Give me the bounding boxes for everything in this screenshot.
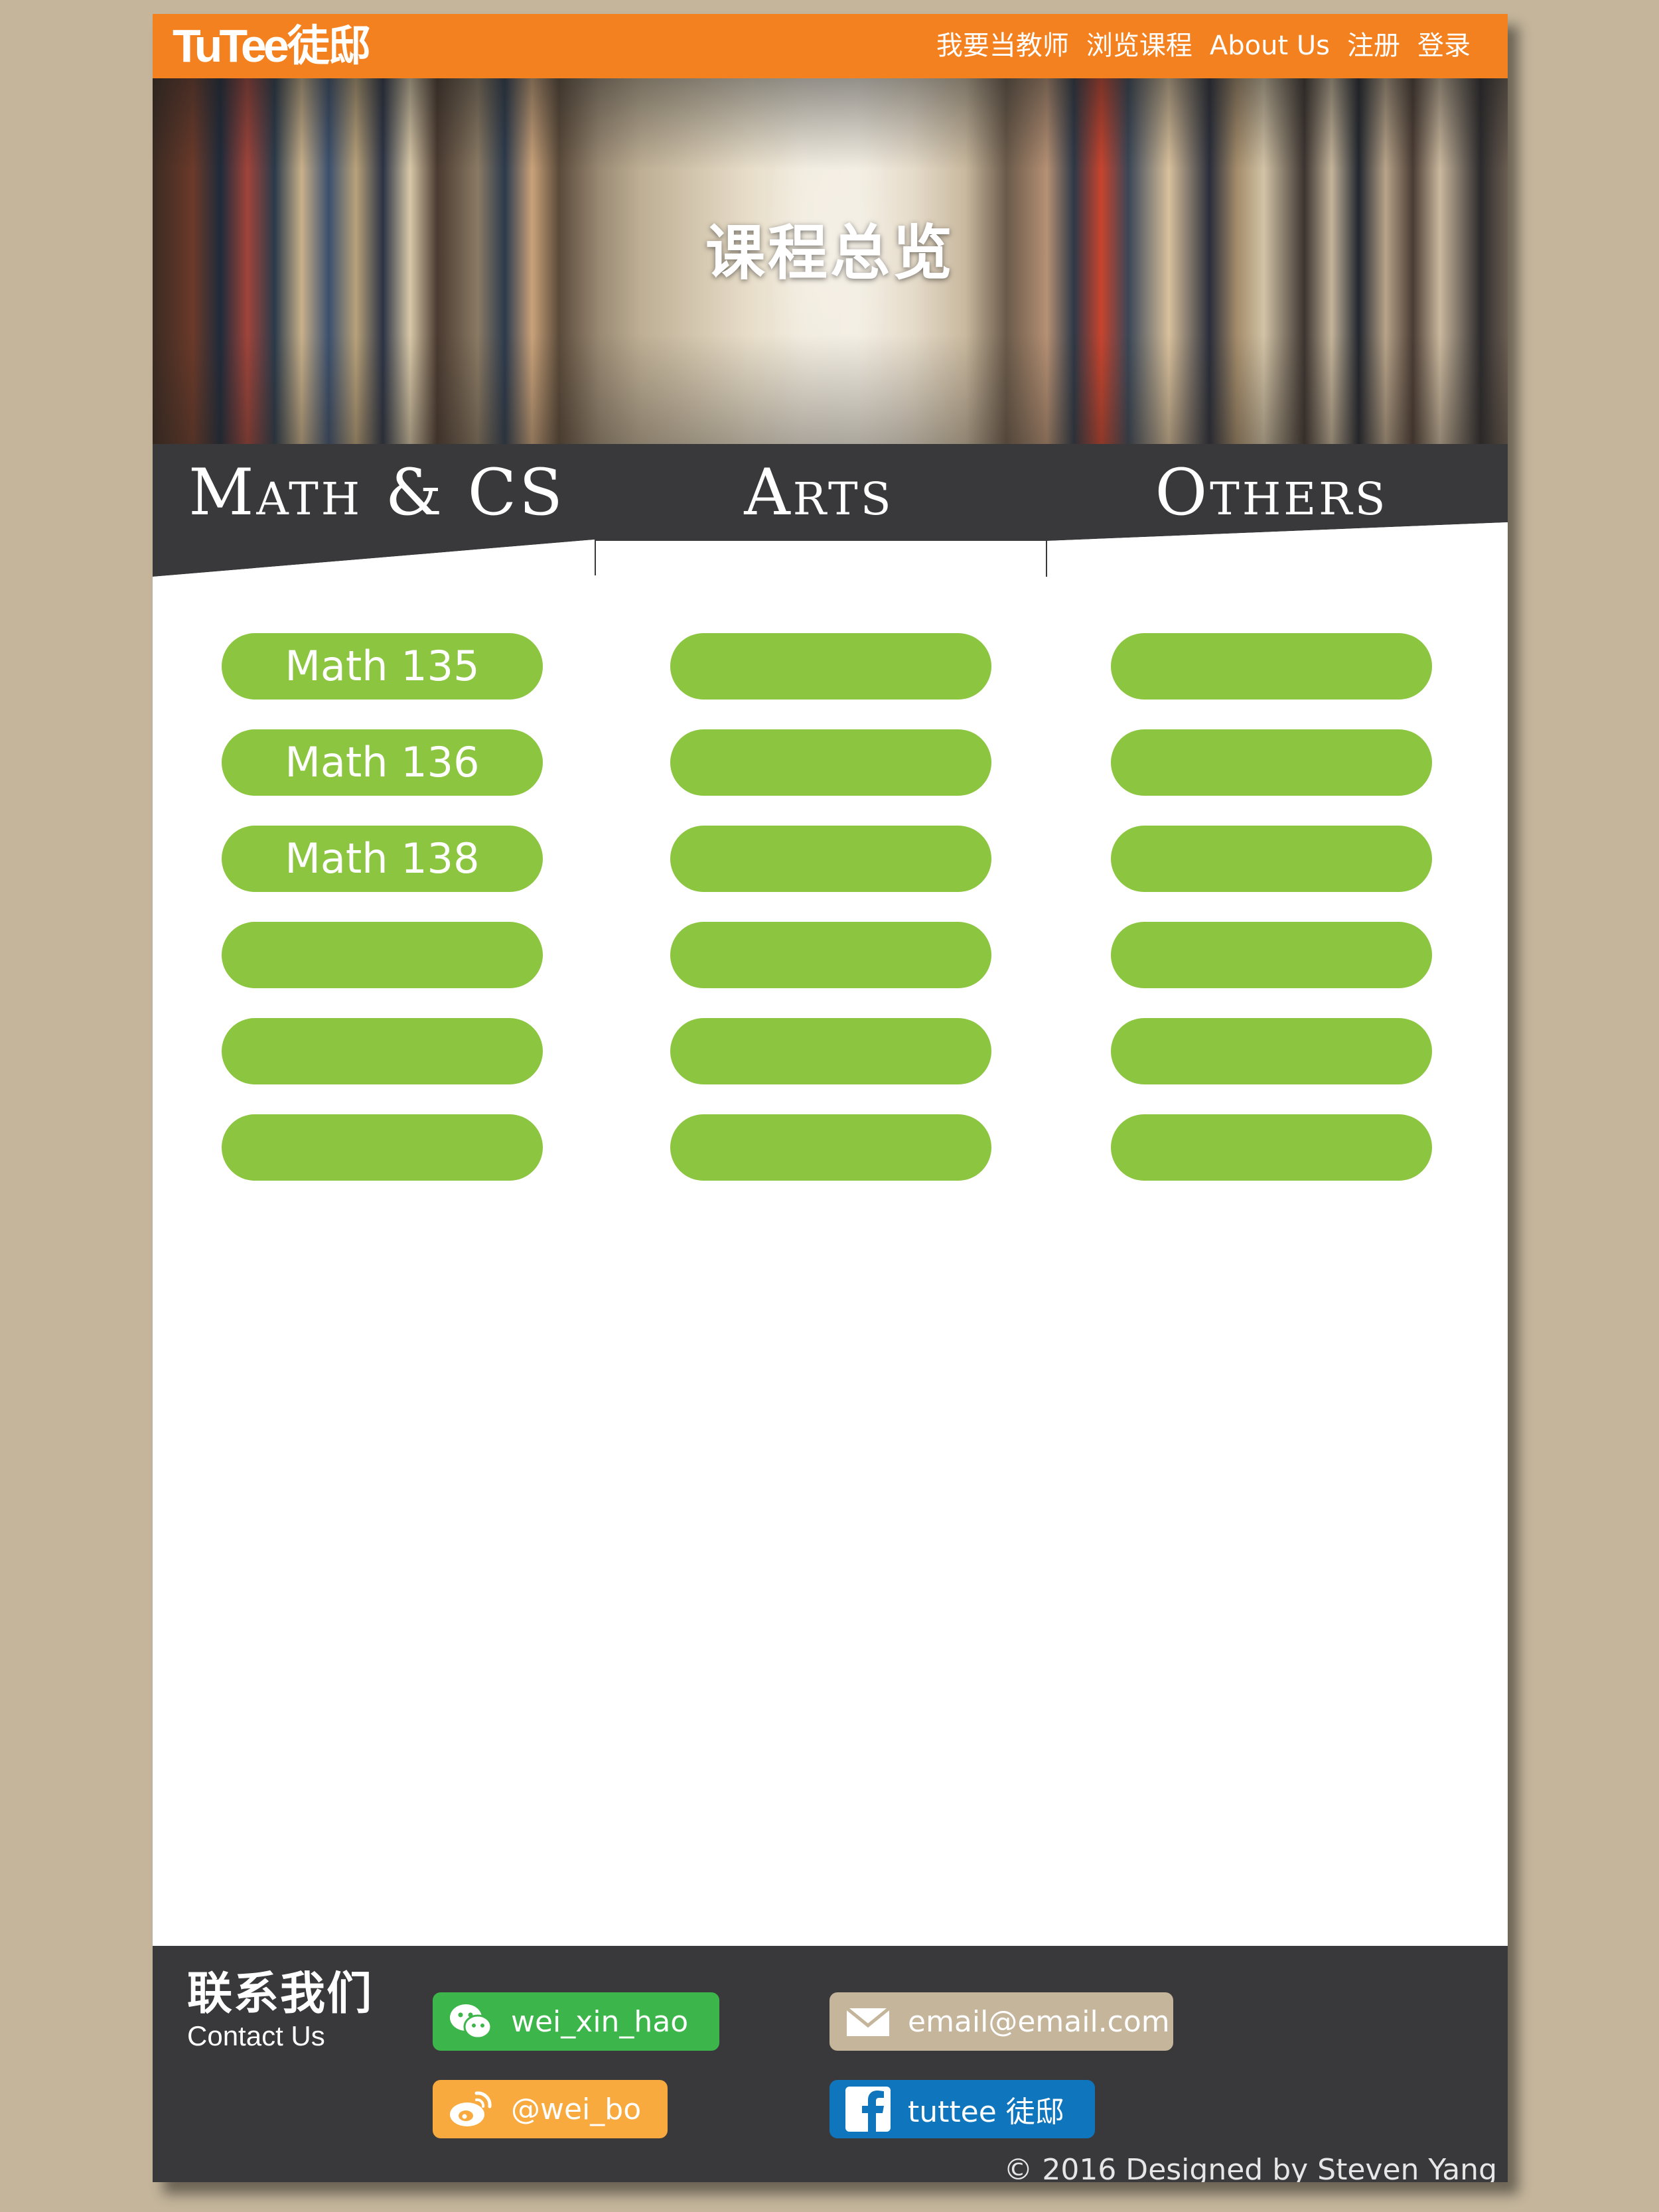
course-button[interactable] (222, 1114, 543, 1181)
course-button[interactable]: Math 136 (222, 729, 543, 796)
email-icon (845, 2007, 891, 2036)
copyright-text: © 2016 Designed by Steven Yang (1003, 2153, 1497, 2183)
weibo-icon (450, 2091, 492, 2126)
weibo-id: @wei_bo (511, 2092, 642, 2126)
wechat-button[interactable]: wei_xin_hao (433, 1992, 719, 2051)
course-button[interactable] (1111, 729, 1432, 796)
email-button[interactable]: email@email.com (830, 1992, 1173, 2051)
course-button[interactable] (1111, 1114, 1432, 1181)
course-button[interactable] (1111, 826, 1432, 892)
page: TuTee 徒邸 我要当教师 浏览课程 About Us 注册 登录 课程总览 … (153, 14, 1508, 2182)
course-button[interactable] (670, 633, 991, 700)
nav-about-us[interactable]: About Us (1210, 14, 1330, 78)
course-button[interactable] (1111, 633, 1432, 700)
course-button[interactable] (670, 1018, 991, 1084)
category-tabs: Math & CS Arts Others (153, 444, 1508, 577)
course-button[interactable] (222, 922, 543, 988)
course-button[interactable] (670, 1114, 991, 1181)
tab-others[interactable]: Others (1072, 456, 1471, 529)
wechat-icon (450, 2004, 492, 2039)
logo[interactable]: TuTee 徒邸 (173, 18, 371, 74)
footer: 联系我们 Contact Us wei_xin_hao @wei_bo emai… (153, 1946, 1508, 2182)
wechat-id: wei_xin_hao (511, 2004, 689, 2039)
facebook-button[interactable]: tuttee 徒邸 (830, 2080, 1095, 2138)
course-button[interactable] (1111, 922, 1432, 988)
logo-latin: TuTee (173, 20, 289, 72)
top-bar: TuTee 徒邸 我要当教师 浏览课程 About Us 注册 登录 (153, 14, 1508, 78)
hero-banner: 课程总览 (153, 78, 1508, 444)
contact-heading-cn: 联系我们 (187, 1968, 374, 2020)
course-button[interactable] (1111, 1018, 1432, 1084)
course-button[interactable] (670, 826, 991, 892)
nav-login[interactable]: 登录 (1417, 14, 1471, 78)
others-course-list (1111, 633, 1432, 1211)
facebook-icon (845, 2087, 891, 2132)
email-address: email@email.com (908, 2004, 1170, 2039)
math-cs-course-list: Math 135 Math 136 Math 138 (222, 633, 543, 1211)
contact-heading-en: Contact Us (187, 2020, 325, 2051)
main-nav: 我要当教师 浏览课程 About Us 注册 登录 (936, 14, 1471, 78)
course-button[interactable] (670, 729, 991, 796)
facebook-page: tuttee 徒邸 (908, 2095, 1064, 2129)
page-title: 课程总览 (705, 218, 955, 288)
nav-browse-courses[interactable]: 浏览课程 (1086, 14, 1192, 78)
course-button[interactable]: Math 138 (222, 826, 543, 892)
nav-become-teacher[interactable]: 我要当教师 (936, 14, 1069, 78)
tab-arts[interactable]: Arts (620, 456, 1018, 529)
nav-register[interactable]: 注册 (1347, 14, 1400, 78)
weibo-button[interactable]: @wei_bo (433, 2080, 668, 2138)
logo-cn: 徒邸 (287, 22, 371, 70)
course-button[interactable]: Math 135 (222, 633, 543, 700)
tab-math-cs[interactable]: Math & CS (178, 456, 576, 529)
course-button[interactable] (670, 922, 991, 988)
arts-course-list (670, 633, 991, 1211)
course-button[interactable] (222, 1018, 543, 1084)
